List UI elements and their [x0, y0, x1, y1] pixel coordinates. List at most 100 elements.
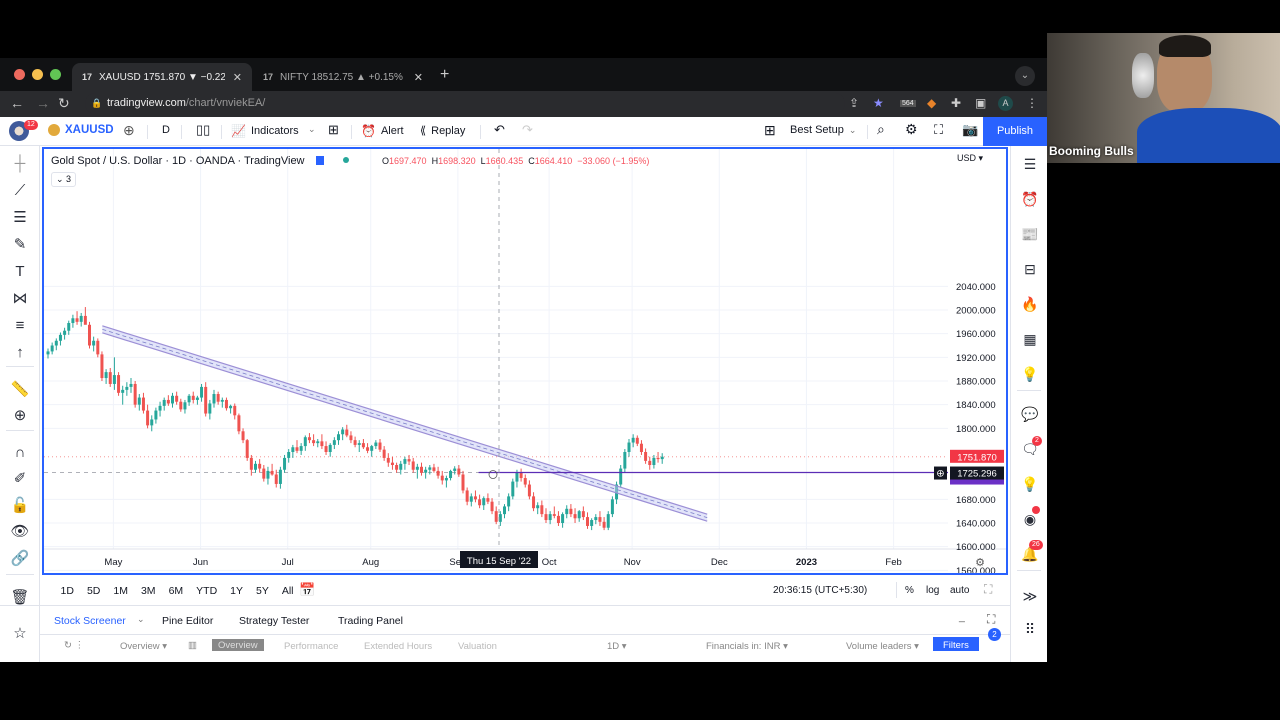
- notifications-bell-icon[interactable]: 🔔 26: [1020, 540, 1043, 564]
- extension-badge[interactable]: 564: [900, 100, 916, 107]
- live-broadcast-icon[interactable]: ◉: [1020, 506, 1040, 529]
- magnet-icon[interactable]: ∩: [10, 443, 30, 463]
- timeframe-5y[interactable]: 5Y: [250, 585, 276, 597]
- tab-trading-panel[interactable]: Trading Panel: [338, 615, 403, 627]
- forward-icon[interactable]: →: [36, 95, 50, 111]
- chats-icon[interactable]: 💬: [1020, 404, 1040, 424]
- fib-retracement-icon[interactable]: ☰: [10, 208, 30, 228]
- redo-icon[interactable]: ↷: [522, 122, 533, 138]
- percent-scale-toggle[interactable]: %: [905, 585, 914, 596]
- candlestick-chart[interactable]: 2040.000 2000.000 1960.000 1920.000 1880.000…: [44, 149, 1006, 573]
- compare-symbol-icon[interactable]: ⊕: [123, 122, 135, 139]
- ruler-icon[interactable]: 📏: [10, 380, 30, 400]
- columns-icon[interactable]: ▥: [188, 640, 197, 651]
- log-scale-toggle[interactable]: log: [926, 585, 939, 596]
- user-avatar[interactable]: 12: [9, 120, 38, 141]
- search-icon[interactable]: ⌕: [877, 121, 885, 138]
- timeframe-1d[interactable]: 1D: [54, 585, 80, 597]
- tab-pine-editor[interactable]: Pine Editor: [162, 615, 213, 627]
- trend-line-icon[interactable]: ⟋: [10, 181, 30, 201]
- private-chat-icon[interactable]: 🗨 2: [1020, 436, 1042, 459]
- profile-avatar[interactable]: A: [998, 96, 1013, 111]
- timeframe-5d[interactable]: 5D: [80, 585, 106, 597]
- indicators-collapse-button[interactable]: ⌄ 3: [51, 172, 77, 187]
- tab-stock-screener[interactable]: Stock Screener: [54, 615, 126, 627]
- timeframe-1y[interactable]: 1Y: [224, 585, 250, 597]
- watchlist-icon[interactable]: ☰: [1020, 154, 1040, 174]
- news-icon[interactable]: 📰: [1020, 224, 1040, 244]
- browser-menu-icon[interactable]: ⋮: [1026, 96, 1038, 110]
- timeframe-ytd[interactable]: YTD: [190, 585, 224, 597]
- indicators-button[interactable]: 📈 Indicators: [231, 124, 299, 138]
- trend-channel-lower-line[interactable]: [102, 332, 708, 522]
- screener-view-select[interactable]: Overview ▾: [120, 641, 167, 651]
- screener-tab-overview[interactable]: Overview: [212, 639, 264, 651]
- timeframe-all[interactable]: All: [275, 585, 300, 597]
- text-tool-icon[interactable]: T: [10, 262, 30, 282]
- currency-selector[interactable]: USD ▾: [957, 153, 983, 164]
- bookmark-star-icon[interactable]: ★: [873, 96, 884, 110]
- close-window-button[interactable]: [14, 69, 25, 80]
- chart-type-candles-icon[interactable]: ▯▯: [196, 122, 210, 138]
- indicators-chevron-icon[interactable]: ⌄: [308, 124, 316, 135]
- sidebar-toggle-icon[interactable]: ▣: [975, 96, 986, 110]
- close-tab-icon[interactable]: ✕: [233, 71, 242, 84]
- minimize-panel-icon[interactable]: _: [959, 611, 965, 623]
- brush-icon[interactable]: ✎: [10, 235, 30, 255]
- eye-icon[interactable]: 👁: [10, 522, 30, 542]
- favorite-star-icon[interactable]: ☆: [10, 624, 30, 644]
- clock-timezone[interactable]: 20:36:15 (UTC+5:30): [773, 585, 867, 596]
- extensions-puzzle-icon[interactable]: ✚: [951, 96, 961, 110]
- minimize-window-button[interactable]: [32, 69, 43, 80]
- maximize-panel-icon[interactable]: ⛶: [987, 612, 995, 627]
- share-icon[interactable]: ⇪: [849, 96, 859, 110]
- publish-button[interactable]: Publish: [983, 117, 1047, 146]
- symbol-search-button[interactable]: XAUUSD: [48, 124, 114, 136]
- timeframe-1m[interactable]: 1M: [107, 585, 135, 597]
- maximize-chart-icon[interactable]: ⛶: [984, 582, 992, 597]
- metamask-extension-icon[interactable]: ◆: [927, 96, 936, 110]
- reload-icon[interactable]: ↻: [58, 95, 70, 112]
- url-input[interactable]: 🔒 tradingview.com/chart/vnviekEA/: [85, 93, 845, 114]
- timeframe-6m[interactable]: 6M: [162, 585, 190, 597]
- chart-pane[interactable]: 2040.000 2000.000 1960.000 1920.000 1880.000…: [42, 147, 1008, 575]
- tab-strategy-tester[interactable]: Strategy Tester: [239, 615, 309, 627]
- screener-chevron-icon[interactable]: ⌄: [137, 614, 145, 625]
- maximize-window-button[interactable]: [50, 69, 61, 80]
- preset-select[interactable]: Volume leaders ▾: [846, 641, 919, 651]
- crosshair-icon[interactable]: ┼: [10, 154, 30, 174]
- lock-drawing-icon[interactable]: ✐: [10, 469, 30, 489]
- interval-button[interactable]: D: [162, 124, 170, 136]
- calendar-icon[interactable]: ▦: [1020, 329, 1040, 349]
- ideas-lightbulb-icon[interactable]: 💡: [1020, 364, 1040, 384]
- filters-button[interactable]: Filters: [933, 637, 979, 651]
- flag-icon[interactable]: [315, 156, 324, 165]
- close-tab-icon[interactable]: ✕: [414, 71, 423, 84]
- streams-icon[interactable]: 💡: [1020, 474, 1040, 494]
- screener-tab-valuation[interactable]: Valuation: [458, 641, 497, 651]
- link-icon[interactable]: 🔗: [10, 549, 30, 569]
- back-icon[interactable]: ←: [10, 95, 24, 111]
- fullscreen-icon[interactable]: ⛶: [934, 122, 943, 138]
- browser-tab-xauusd[interactable]: 17 XAUUSD 1751.870 ▼ −0.22% Bes ✕: [72, 63, 252, 91]
- undo-icon[interactable]: ↶: [494, 122, 505, 138]
- data-window-icon[interactable]: ⊟: [1020, 259, 1040, 279]
- add-alert-plus-icon[interactable]: ⊕: [936, 469, 944, 480]
- templates-grid-icon[interactable]: ⊞: [328, 122, 339, 138]
- browser-tab-nifty[interactable]: 17 NIFTY 18512.75 ▲ +0.15% Bes ✕: [253, 63, 433, 91]
- refresh-icon[interactable]: ↻ ⋮: [64, 640, 84, 651]
- tab-search-chevron-icon[interactable]: ⌄: [1015, 66, 1035, 86]
- arrow-up-icon[interactable]: ↑: [10, 343, 30, 363]
- prediction-icon[interactable]: ≡: [10, 316, 30, 336]
- go-to-date-calendar-icon[interactable]: 📅: [299, 582, 315, 598]
- new-tab-button[interactable]: +: [440, 66, 449, 84]
- collapse-chevrons-icon[interactable]: ≫: [1020, 586, 1040, 606]
- screener-tab-extended-hours[interactable]: Extended Hours: [364, 641, 432, 651]
- currency-select[interactable]: Financials in: INR ▾: [706, 641, 788, 651]
- screener-tab-performance[interactable]: Performance: [284, 641, 338, 651]
- replay-button[interactable]: ⟪ Replay: [420, 124, 465, 138]
- snapshot-camera-icon[interactable]: 📷: [962, 122, 978, 138]
- interval-select[interactable]: 1D ▾: [607, 641, 627, 651]
- pattern-icon[interactable]: ⋈: [10, 289, 30, 309]
- alert-button[interactable]: ⏰ Alert: [361, 124, 404, 138]
